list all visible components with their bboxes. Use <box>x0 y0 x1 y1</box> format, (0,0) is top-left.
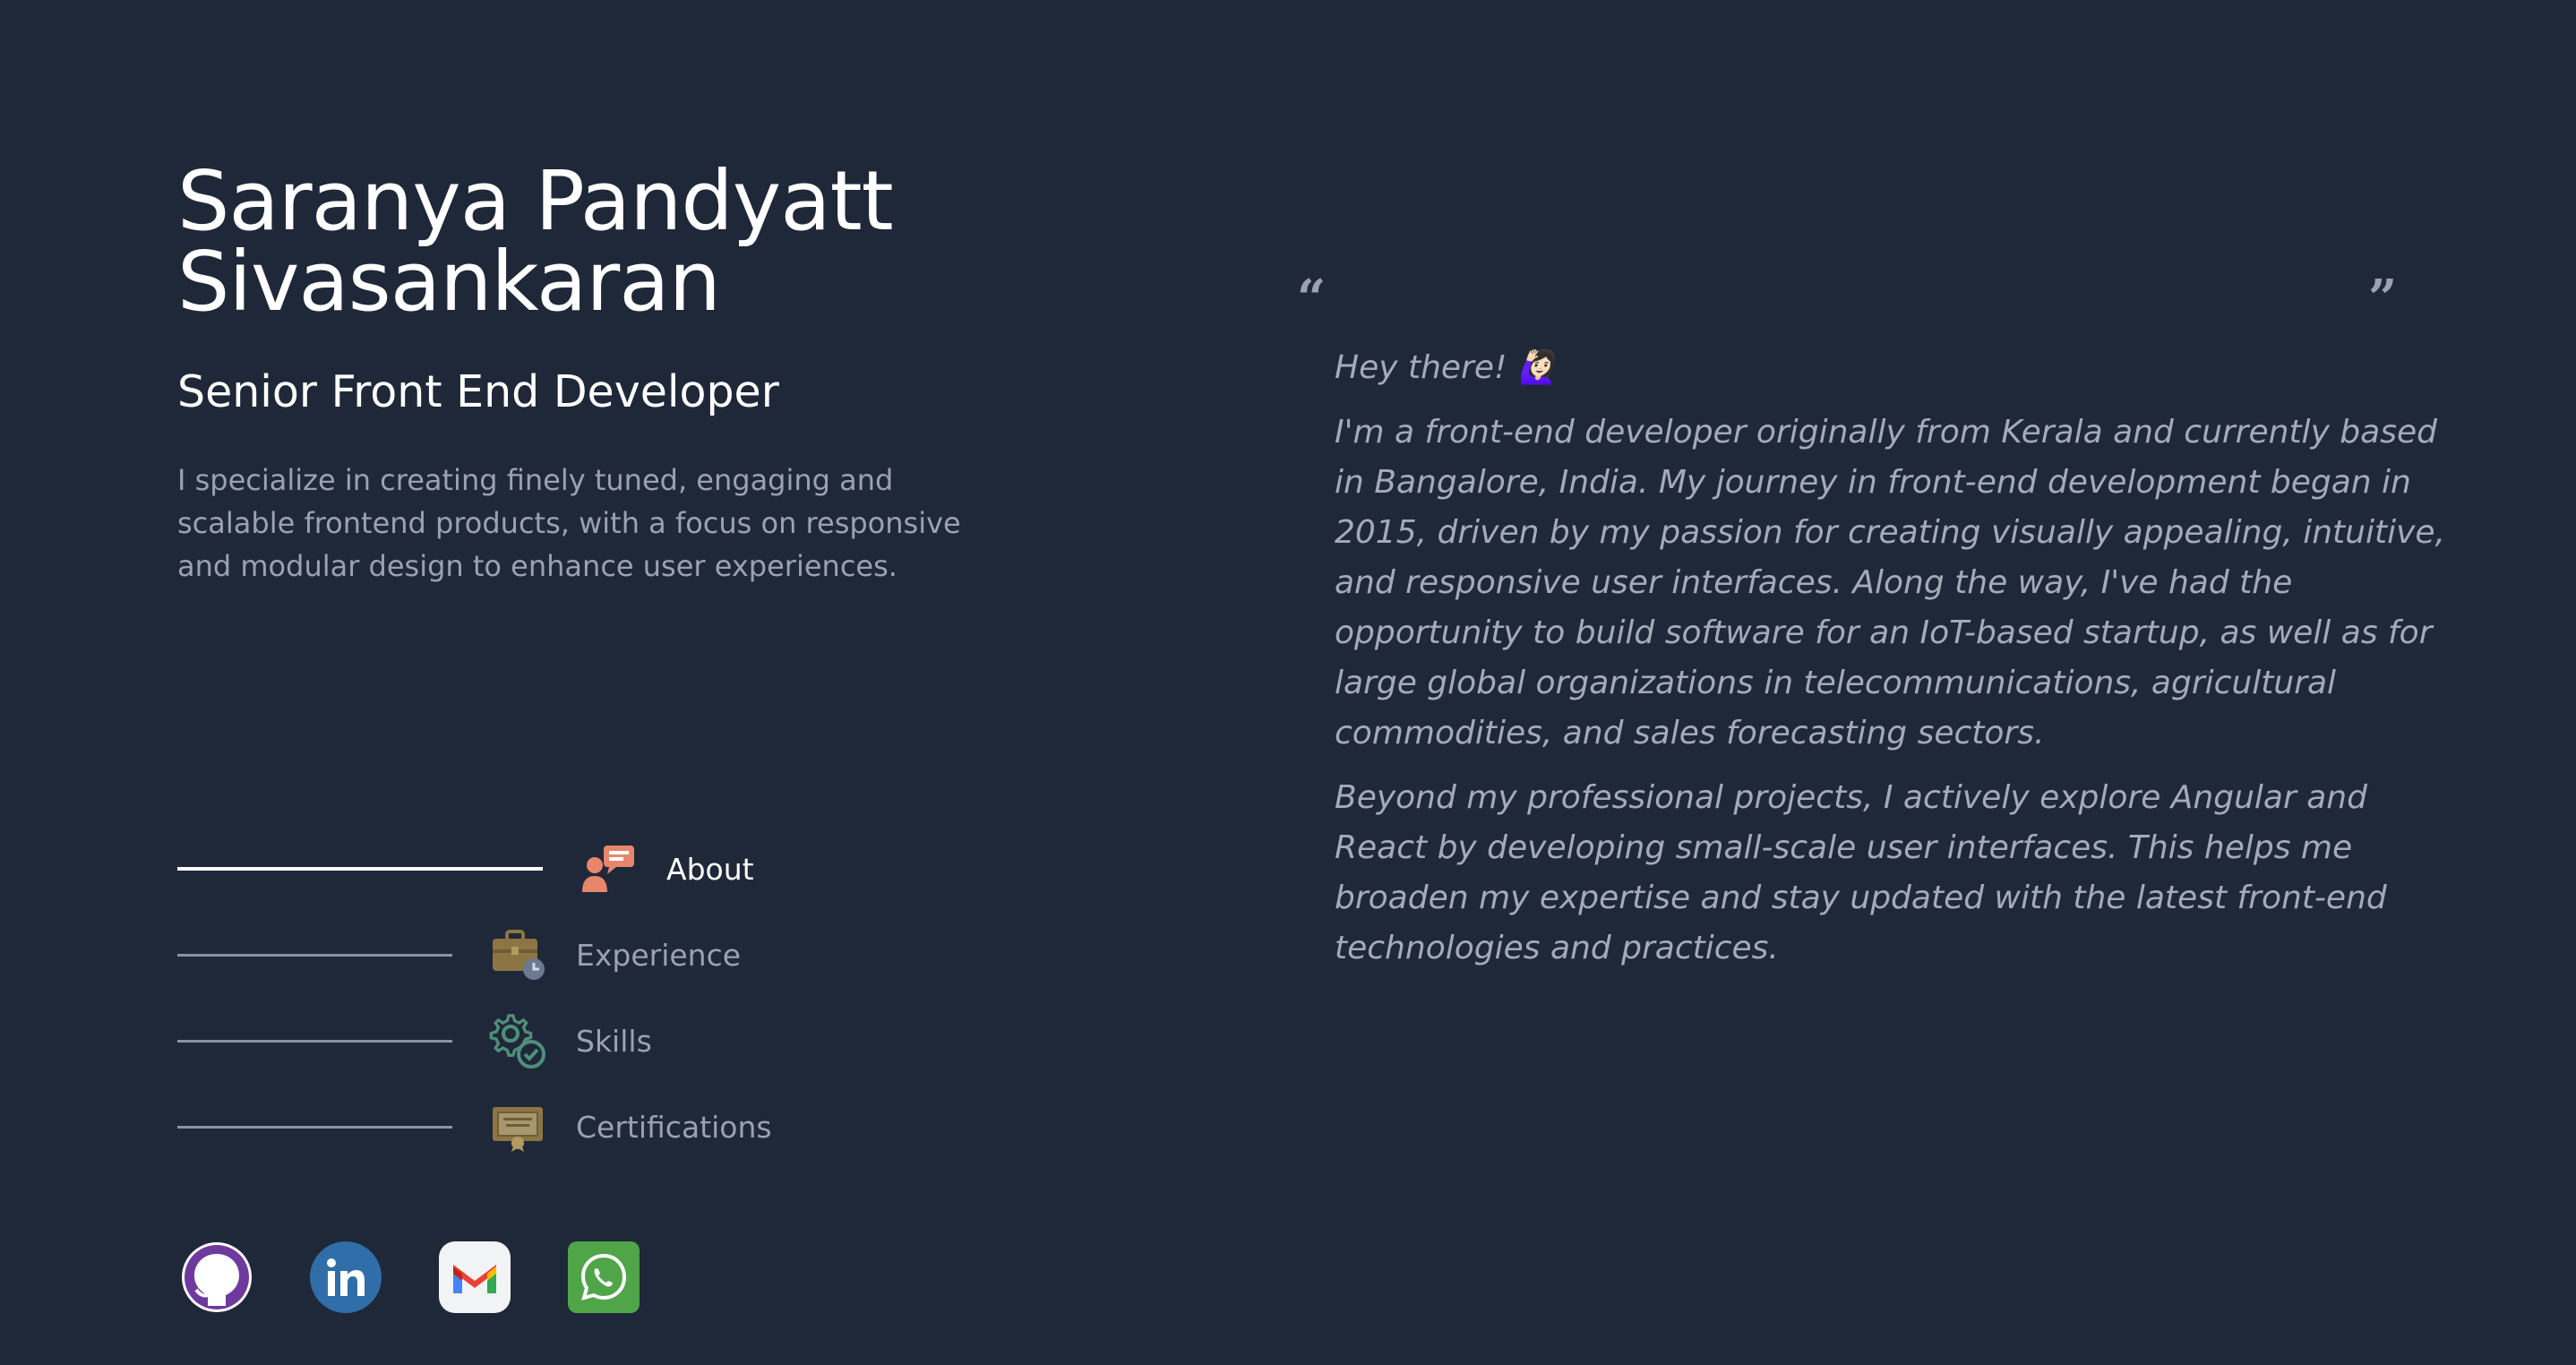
nav-item-about[interactable]: About <box>177 837 754 900</box>
gear-check-icon <box>488 1011 547 1070</box>
whatsapp-icon <box>568 1241 640 1313</box>
waving-person-icon: 🙋🏻‍♀️ <box>1517 349 1558 386</box>
whatsapp-link[interactable] <box>568 1241 640 1313</box>
gmail-link[interactable] <box>439 1241 511 1313</box>
page: Saranya Pandyatt Sivasankaran Senior Fro… <box>0 0 2576 1365</box>
name-line-1: Saranya Pandyatt <box>177 153 894 249</box>
nav-label-experience: Experience <box>576 937 742 973</box>
github-icon <box>182 1242 252 1312</box>
nav-indicator-line <box>177 953 452 957</box>
intro-section: Saranya Pandyatt Sivasankaran Senior Fro… <box>177 153 1037 588</box>
job-title: Senior Front End Developer <box>177 366 779 417</box>
close-quote-mark: ” <box>2368 269 2398 328</box>
summary-text: I specialize in creating finely tuned, e… <box>177 463 961 583</box>
greeting: Hey there! 🙋🏻‍♀️ <box>1335 343 2445 393</box>
nav-label-about: About <box>666 851 754 887</box>
about-paragraph-2: Beyond my professional projects, I activ… <box>1335 779 2387 966</box>
quote-body: Hey there! 🙋🏻‍♀️ I'm a front-end develop… <box>1335 343 2445 988</box>
github-link[interactable] <box>181 1241 253 1313</box>
linkedin-link[interactable] <box>310 1241 382 1313</box>
greeting-text: Hey there! <box>1335 349 1507 386</box>
social-links <box>181 1241 640 1313</box>
nav-label-skills: Skills <box>576 1023 652 1059</box>
about-paragraph-1: I'm a front-end developer originally fro… <box>1335 414 2445 751</box>
about-icon <box>579 839 638 898</box>
nav-label-certifications: Certifications <box>576 1109 772 1145</box>
nav-item-skills[interactable]: Skills <box>177 1009 652 1072</box>
nav-indicator-line <box>177 867 543 871</box>
page-title: Saranya Pandyatt Sivasankaran <box>177 153 1037 330</box>
gmail-icon <box>439 1241 511 1313</box>
name-line-2: Sivasankaran <box>177 234 721 330</box>
nav-item-experience[interactable]: Experience <box>177 923 741 986</box>
open-quote-mark: “ <box>1297 269 1327 328</box>
nav-indicator-line <box>177 1039 452 1043</box>
nav-indicator-line <box>177 1125 452 1129</box>
briefcase-icon <box>488 925 547 984</box>
nav-item-certifications[interactable]: Certifications <box>177 1095 772 1158</box>
linkedin-icon <box>310 1241 382 1313</box>
certificate-icon <box>488 1097 547 1156</box>
